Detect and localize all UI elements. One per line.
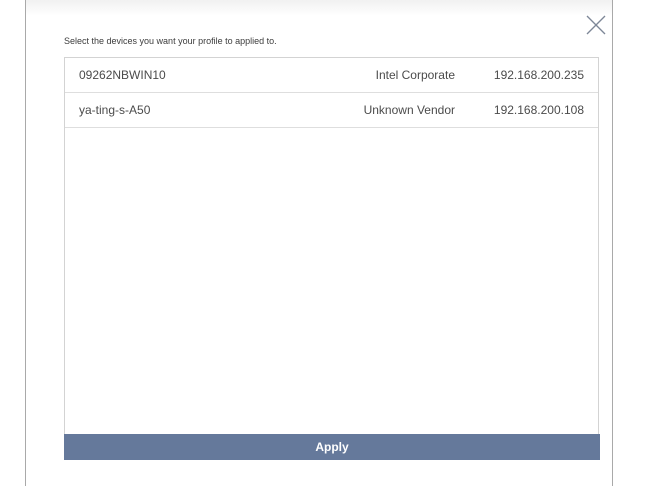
close-icon	[586, 15, 606, 35]
device-ip: 192.168.200.108	[493, 103, 584, 117]
instruction-text: Select the devices you want your profile…	[64, 36, 277, 46]
device-row[interactable]: 09262NBWIN10 Intel Corporate 192.168.200…	[65, 58, 598, 93]
dialog-top-shade	[26, 0, 612, 16]
device-vendor: Intel Corporate	[375, 68, 455, 82]
device-list: 09262NBWIN10 Intel Corporate 192.168.200…	[64, 57, 599, 434]
apply-button[interactable]: Apply	[64, 434, 600, 460]
device-row[interactable]: ya-ting-s-A50 Unknown Vendor 192.168.200…	[65, 93, 598, 128]
device-name: ya-ting-s-A50	[79, 103, 151, 117]
close-button[interactable]	[585, 14, 607, 36]
device-vendor: Unknown Vendor	[363, 103, 455, 117]
device-ip: 192.168.200.235	[493, 68, 584, 82]
device-name: 09262NBWIN10	[79, 68, 166, 82]
